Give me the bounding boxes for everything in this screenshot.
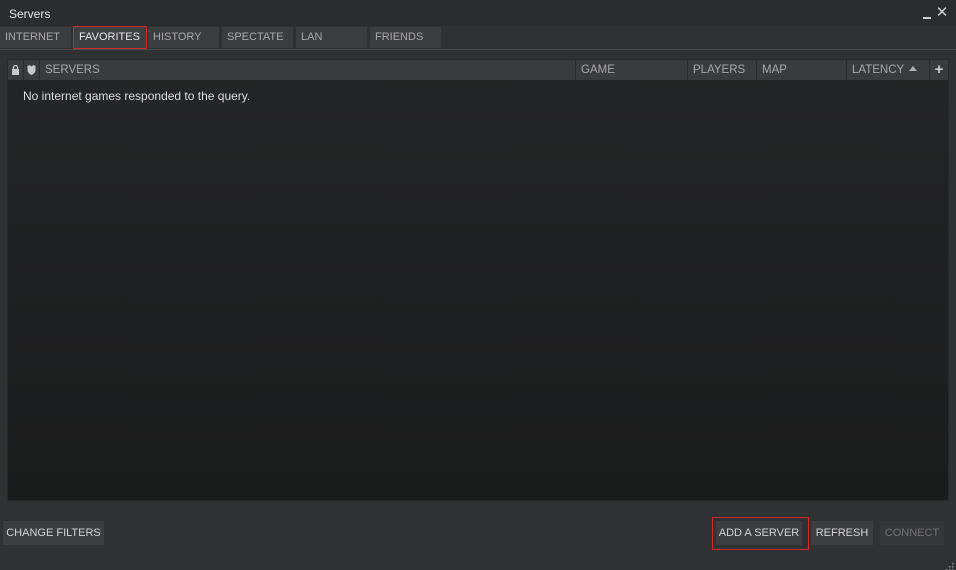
tab-friends[interactable]: FRIENDS [370, 27, 441, 48]
column-header-row: SERVERS GAME PLAYERS MAP LATENCY + [8, 60, 948, 80]
lock-icon[interactable] [8, 60, 24, 80]
column-servers[interactable]: SERVERS [40, 60, 576, 80]
tab-internet[interactable]: INTERNET [0, 27, 71, 48]
column-players[interactable]: PLAYERS [688, 60, 757, 80]
refresh-button[interactable]: REFRESH [811, 521, 873, 545]
column-game[interactable]: GAME [576, 60, 688, 80]
servers-window: Servers ✕ INTERNET FAVORITES HISTORY SPE… [0, 0, 956, 570]
tab-lan[interactable]: LAN [296, 27, 367, 48]
window-title: Servers [9, 7, 51, 21]
column-map[interactable]: MAP [757, 60, 847, 80]
tab-divider [0, 49, 956, 50]
empty-list-message: No internet games responded to the query… [23, 89, 251, 103]
add-column-button[interactable]: + [930, 60, 948, 80]
column-latency-label: LATENCY [852, 64, 905, 76]
change-filters-button[interactable]: CHANGE FILTERS [3, 521, 104, 545]
server-list[interactable]: SERVERS GAME PLAYERS MAP LATENCY + No in… [7, 59, 949, 501]
shield-icon[interactable] [24, 60, 40, 80]
connect-button[interactable]: CONNECT [880, 521, 944, 545]
minimize-button[interactable] [920, 6, 934, 20]
title-bar[interactable]: Servers ✕ [0, 0, 956, 26]
resize-grip-icon[interactable] [944, 558, 954, 570]
tab-favorites[interactable]: FAVORITES [73, 26, 147, 49]
add-server-button[interactable]: ADD A SERVER [716, 521, 802, 545]
sort-ascending-icon [909, 66, 918, 71]
tab-spectate[interactable]: SPECTATE [222, 27, 293, 48]
tab-history[interactable]: HISTORY [148, 27, 219, 48]
tab-bar: INTERNET FAVORITES HISTORY SPECTATE LAN … [0, 26, 956, 49]
close-button[interactable]: ✕ [935, 5, 949, 20]
minimize-icon [923, 17, 931, 19]
column-latency[interactable]: LATENCY [847, 60, 930, 80]
